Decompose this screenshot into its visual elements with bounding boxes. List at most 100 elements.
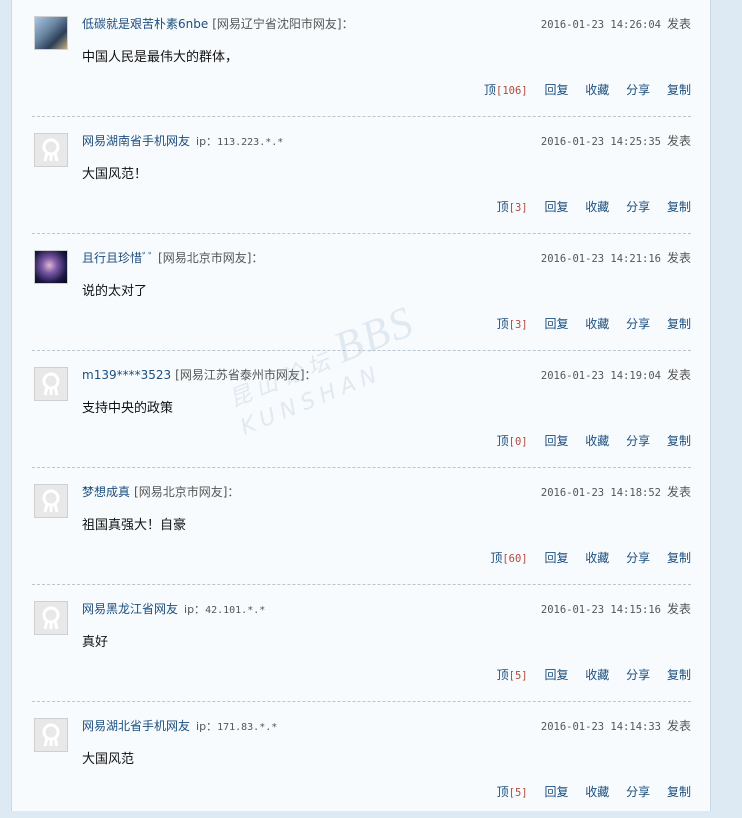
copy-button[interactable]: 复制 [667, 668, 691, 682]
user-location: [网易北京市网友]： [158, 251, 264, 265]
username-link[interactable]: 网易湖北省手机网友 [82, 719, 190, 733]
post-label: 发表 [666, 134, 691, 148]
default-avatar-icon[interactable] [34, 718, 68, 752]
comment-actions: 顶[60] 回复 收藏 分享 复制 [490, 549, 691, 566]
reply-button[interactable]: 回复 [544, 785, 568, 799]
timestamp: 2016-01-23 14:19:04 [540, 370, 661, 382]
share-button[interactable]: 分享 [626, 200, 650, 214]
upvote-count: [5] [508, 670, 528, 682]
comment-actions: 顶[3] 回复 收藏 分享 复制 [497, 198, 691, 215]
post-time: 2016-01-23 14:18:52 发表 [541, 483, 691, 500]
comment-text: 中国人民是最伟大的群体， [82, 50, 239, 65]
comment-text: 祖国真强大！自豪 [82, 518, 187, 533]
user-avatar[interactable] [34, 250, 68, 284]
favorite-button[interactable]: 收藏 [585, 785, 609, 799]
default-avatar-icon[interactable] [34, 133, 68, 167]
default-avatar-icon[interactable] [34, 484, 68, 518]
comment-text: 大国风范！ [82, 167, 148, 182]
comment-header: 梦想成真 [网易北京市网友]： [82, 483, 239, 500]
post-time: 2016-01-23 14:15:16 发表 [541, 600, 691, 617]
timestamp: 2016-01-23 14:18:52 [540, 487, 661, 499]
username-link[interactable]: 且行且珍惜ﾞﾞ [82, 251, 154, 265]
favorite-button[interactable]: 收藏 [585, 668, 609, 682]
comment-actions: 顶[3] 回复 收藏 分享 复制 [497, 315, 691, 332]
user-location: [网易北京市网友]： [134, 485, 240, 499]
comment-item: 网易湖北省手机网友 ip：171.83.*.* 2016-01-23 14:14:… [32, 702, 691, 818]
share-button[interactable]: 分享 [626, 434, 650, 448]
timestamp: 2016-01-23 14:26:04 [540, 19, 661, 31]
share-button[interactable]: 分享 [626, 668, 650, 682]
upvote-count: [0] [508, 436, 528, 448]
reply-button[interactable]: 回复 [544, 200, 568, 214]
username-link[interactable]: 网易黑龙江省网友 [82, 602, 178, 616]
copy-button[interactable]: 复制 [667, 785, 691, 799]
upvote-count: [5] [508, 787, 528, 799]
reply-button[interactable]: 回复 [544, 551, 568, 565]
copy-button[interactable]: 复制 [667, 551, 691, 565]
upvote-count: [106] [496, 85, 528, 97]
upvote-label: 顶 [496, 785, 509, 799]
comment-actions: 顶[5] 回复 收藏 分享 复制 [497, 783, 691, 800]
default-avatar-glyph [42, 606, 60, 630]
default-avatar-glyph [42, 138, 60, 162]
upvote-button[interactable]: 顶[3] [497, 200, 528, 214]
comment-text: 说的太对了 [82, 284, 148, 299]
copy-button[interactable]: 复制 [667, 200, 691, 214]
share-button[interactable]: 分享 [626, 785, 650, 799]
upvote-button[interactable]: 顶[106] [484, 83, 528, 97]
default-avatar-icon[interactable] [34, 601, 68, 635]
upvote-button[interactable]: 顶[60] [490, 551, 527, 565]
upvote-button[interactable]: 顶[5] [497, 668, 528, 682]
share-button[interactable]: 分享 [626, 551, 650, 565]
username-link[interactable]: 网易湖南省手机网友 [82, 134, 190, 148]
user-avatar[interactable] [34, 16, 68, 50]
post-time: 2016-01-23 14:26:04 发表 [541, 15, 691, 32]
upvote-label: 顶 [496, 317, 509, 331]
default-avatar-icon[interactable] [34, 367, 68, 401]
timestamp: 2016-01-23 14:15:16 [540, 604, 661, 616]
favorite-button[interactable]: 收藏 [585, 83, 609, 97]
post-label: 发表 [666, 485, 691, 499]
comment-text: 大国风范 [82, 752, 135, 767]
post-label: 发表 [666, 251, 691, 265]
favorite-button[interactable]: 收藏 [585, 551, 609, 565]
favorite-button[interactable]: 收藏 [585, 434, 609, 448]
user-location: [网易江苏省泰州市网友]： [175, 368, 317, 382]
copy-button[interactable]: 复制 [667, 434, 691, 448]
copy-button[interactable]: 复制 [667, 317, 691, 331]
post-time: 2016-01-23 14:25:35 发表 [541, 132, 691, 149]
comment-item: 网易黑龙江省网友 ip：42.101.*.* 2016-01-23 14:15:1… [32, 585, 691, 702]
default-avatar-glyph [42, 723, 60, 747]
post-time: 2016-01-23 14:21:16 发表 [541, 249, 691, 266]
favorite-button[interactable]: 收藏 [585, 317, 609, 331]
upvote-label: 顶 [484, 83, 497, 97]
ip-prefix: ip： [196, 135, 218, 148]
post-time: 2016-01-23 14:14:33 发表 [541, 717, 691, 734]
username-link[interactable]: m139****3523 [82, 368, 171, 382]
share-button[interactable]: 分享 [626, 317, 650, 331]
reply-button[interactable]: 回复 [544, 317, 568, 331]
reply-button[interactable]: 回复 [544, 83, 568, 97]
post-label: 发表 [666, 368, 691, 382]
comment-item: 且行且珍惜ﾞﾞ [网易北京市网友]： 2016-01-23 14:21:16 发表 … [32, 234, 691, 351]
comment-text: 支持中央的政策 [82, 401, 174, 416]
upvote-button[interactable]: 顶[5] [497, 785, 528, 799]
post-label: 发表 [666, 602, 691, 616]
upvote-label: 顶 [490, 551, 503, 565]
favorite-button[interactable]: 收藏 [585, 200, 609, 214]
reply-button[interactable]: 回复 [544, 668, 568, 682]
comment-actions: 顶[106] 回复 收藏 分享 复制 [484, 81, 691, 98]
upvote-button[interactable]: 顶[0] [497, 434, 528, 448]
reply-button[interactable]: 回复 [544, 434, 568, 448]
share-button[interactable]: 分享 [626, 83, 650, 97]
comment-actions: 顶[5] 回复 收藏 分享 复制 [497, 666, 691, 683]
ip-address: 113.223.*.* [217, 137, 284, 148]
username-link[interactable]: 低碳就是艰苦朴素6nbe [82, 17, 208, 31]
upvote-button[interactable]: 顶[3] [497, 317, 528, 331]
upvote-count: [60] [502, 553, 528, 565]
comment-item: 低碳就是艰苦朴素6nbe [网易辽宁省沈阳市网友]： 2016-01-23 14:… [32, 0, 691, 117]
post-label: 发表 [666, 17, 691, 31]
username-link[interactable]: 梦想成真 [82, 485, 130, 499]
copy-button[interactable]: 复制 [667, 83, 691, 97]
comment-header: 网易湖北省手机网友 ip：171.83.*.* [82, 717, 277, 734]
